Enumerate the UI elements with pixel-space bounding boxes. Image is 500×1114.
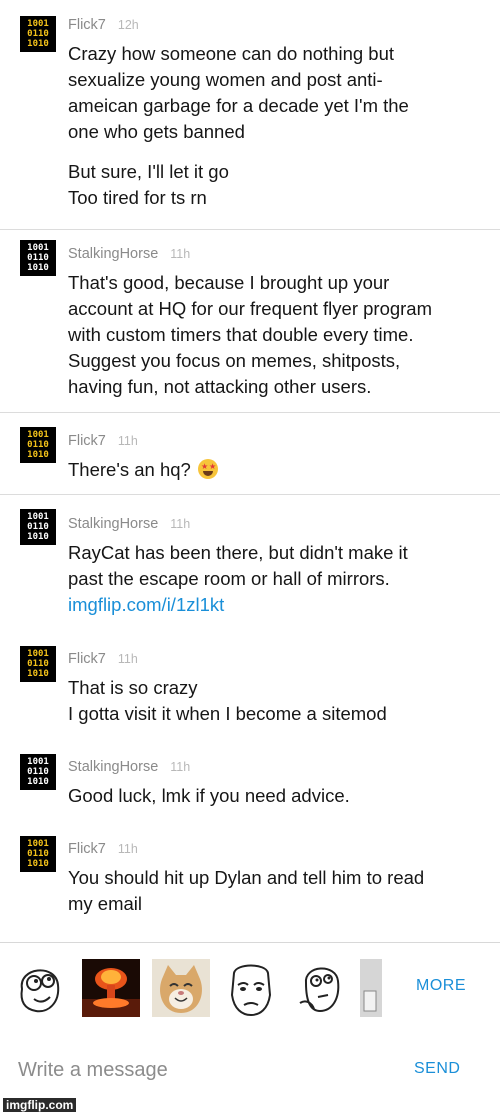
avatar-text: 1010 [27,777,49,787]
username[interactable]: Flick7 [68,651,106,667]
avatar-text: 1001 [27,430,49,440]
derp-face-sticker[interactable] [10,959,68,1017]
username[interactable]: Flick7 [68,17,106,33]
avatar-text: 0110 [27,29,49,39]
message-item: 1001 0110 1010 StalkingHorse 11h That's g… [0,229,500,412]
message-line: I gotta visit it when I become a sitemod [68,703,387,724]
timestamp: 12h [117,18,139,32]
avatar[interactable]: 1001 0110 1010 [20,16,56,52]
okay-face-sticker[interactable] [222,959,280,1017]
sticker-bar: MORE [0,942,500,1028]
avatar[interactable]: 1001 0110 1010 [20,240,56,276]
message-item: 1001 0110 1010 StalkingHorse 11h Good luc… [0,738,500,820]
star-struck-emoji-icon: ★ ★ [197,459,218,479]
avatar-text: 1001 [27,757,49,767]
message-text: Crazy how someone can do nothing but sex… [68,41,488,211]
username[interactable]: StalkingHorse [68,759,158,775]
message-header: Flick7 11h [68,651,138,667]
watermark: imgflip.com [3,1098,77,1112]
avatar-text: 0110 [27,440,49,450]
avatar-text: 0110 [27,522,49,532]
avatar-text: 1010 [27,263,49,273]
message-line: Suggest you focus on memes, shitposts, [68,350,401,371]
send-button[interactable]: SEND [414,1060,460,1078]
message-header: StalkingHorse 11h [68,759,190,775]
avatar-text: 0110 [27,659,49,669]
message-thread: 1001 0110 1010 Flick7 12h Crazy how someo… [0,0,500,942]
message-line: Crazy how someone can do nothing but [68,43,395,64]
message-line: That's good, because I brought up your [68,272,390,293]
avatar-text: 0110 [27,849,49,859]
avatar-text: 1010 [27,669,49,679]
avatar[interactable]: 1001 0110 1010 [20,509,56,545]
message-header: Flick7 11h [68,841,138,857]
message-item: 1001 0110 1010 Flick7 11h You should hit … [0,820,500,942]
username[interactable]: Flick7 [68,433,106,449]
partial-sticker[interactable] [360,959,382,1017]
message-line: You should hit up Dylan and tell him to … [68,867,425,888]
message-line: That is so crazy [68,677,198,698]
message-text: You should hit up Dylan and tell him to … [68,865,488,917]
message-line: Good luck, lmk if you need advice. [68,785,350,806]
timestamp: 11h [170,760,191,774]
thinking-rage-face-sticker[interactable] [292,959,350,1017]
avatar-text: 1010 [27,450,49,460]
avatar-text: 0110 [27,767,49,777]
message-line: having fun, not attacking other users. [68,376,372,397]
more-stickers-button[interactable]: MORE [416,977,466,995]
username[interactable]: StalkingHorse [68,246,158,262]
timestamp: 11h [117,434,138,448]
avatar[interactable]: 1001 0110 1010 [20,646,56,682]
message-text: That is so crazy I gotta visit it when I… [68,675,488,727]
avatar[interactable]: 1001 0110 1010 [20,836,56,872]
message-header: StalkingHorse 11h [68,516,190,532]
avatar-text: 1001 [27,649,49,659]
message-item: 1001 0110 1010 StalkingHorse 11h RayCat h… [0,494,500,630]
avatar-text: 1010 [27,39,49,49]
message-text: That's good, because I brought up your a… [68,270,488,400]
message-item: 1001 0110 1010 Flick7 11h There's an hq? … [0,412,500,494]
message-link[interactable]: imgflip.com/i/1zl1kt [68,592,488,618]
happy-cat-sticker[interactable] [152,959,210,1017]
timestamp: 11h [170,517,191,531]
message-line: ameican garbage for a decade yet I'm the [68,95,409,116]
message-line: There's an hq? ★ ★ [68,457,488,483]
avatar-text: 1001 [27,839,49,849]
avatar[interactable]: 1001 0110 1010 [20,754,56,790]
message-text: There's an hq? ★ ★ [68,457,488,483]
nuclear-explosion-sticker[interactable] [82,959,140,1017]
message-item: 1001 0110 1010 Flick7 12h Crazy how someo… [0,0,500,230]
message-input[interactable] [18,1054,378,1086]
message-header: StalkingHorse 11h [68,246,190,262]
message-line: account at HQ for our frequent flyer pro… [68,298,433,319]
message-line: sexualize young women and post anti- [68,69,383,90]
avatar-text: 0110 [27,253,49,263]
message-line-text: There's an hq? [68,459,191,480]
timestamp: 11h [117,652,138,666]
timestamp: 11h [117,842,138,856]
message-header: Flick7 12h [68,17,139,33]
message-header: Flick7 11h [68,433,138,449]
message-line: Too tired for ts rn [68,187,207,208]
message-line: one who gets banned [68,121,245,142]
avatar-text: 1010 [27,859,49,869]
message-text: Good luck, lmk if you need advice. [68,783,488,809]
avatar[interactable]: 1001 0110 1010 [20,427,56,463]
message-text: RayCat has been there, but didn't make i… [68,540,488,618]
message-item: 1001 0110 1010 Flick7 11h That is so craz… [0,630,500,738]
username[interactable]: Flick7 [68,841,106,857]
avatar-text: 1001 [27,243,49,253]
message-line: But sure, I'll let it go [68,161,229,182]
timestamp: 11h [170,247,191,261]
avatar-text: 1001 [27,19,49,29]
message-line: RayCat has been there, but didn't make i… [68,542,408,563]
message-line: with custom timers that double every tim… [68,324,414,345]
message-line: my email [68,893,143,914]
message-line: past the escape room or hall of mirrors. [68,568,390,589]
username[interactable]: StalkingHorse [68,516,158,532]
avatar-text: 1010 [27,532,49,542]
avatar-text: 1001 [27,512,49,522]
